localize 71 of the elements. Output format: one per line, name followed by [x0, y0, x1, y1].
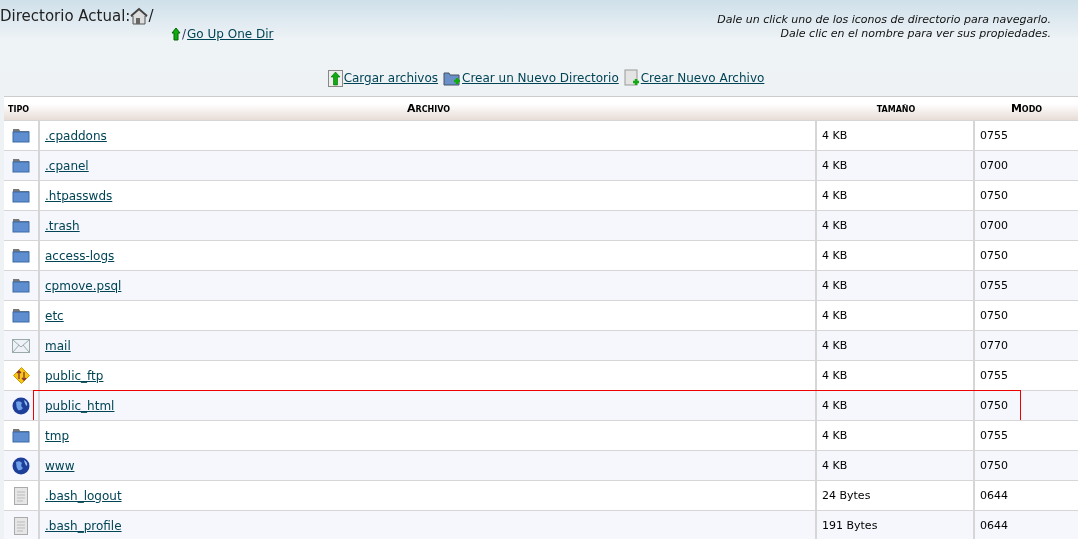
file-mode: 0700: [980, 159, 1008, 172]
file-size: 24 Bytes: [822, 489, 871, 502]
file-mode: 0750: [980, 459, 1008, 472]
file-mode: 0755: [980, 129, 1008, 142]
file-mode: 0700: [980, 219, 1008, 232]
file-size: 4 KB: [822, 159, 848, 172]
file-name-link[interactable]: public_html: [45, 398, 115, 413]
file-name-link[interactable]: .bash_profile: [45, 518, 122, 533]
file-name-link[interactable]: .trash: [45, 218, 80, 233]
file-size: 4 KB: [822, 309, 848, 322]
action-link[interactable]: Crear Nuevo Archivo: [640, 71, 765, 85]
column-header: Archivo: [405, 102, 452, 115]
folder-icon[interactable]: [12, 428, 30, 443]
file-name-link[interactable]: .htpasswds: [45, 188, 113, 203]
folder-icon[interactable]: [12, 248, 30, 263]
file-name-link[interactable]: .cpaddons: [45, 128, 107, 143]
file-mode: 0644: [980, 519, 1008, 532]
globe-icon[interactable]: [12, 396, 30, 415]
file-mode: 0755: [980, 429, 1008, 442]
folder-icon[interactable]: [12, 158, 30, 173]
current-directory-label: Directorio Actual:: [0, 7, 131, 25]
file-size: 4 KB: [822, 219, 848, 232]
new-folder-icon[interactable]: [443, 69, 462, 87]
file-mode: 0750: [980, 309, 1008, 322]
file-size: 4 KB: [822, 189, 848, 202]
globe-icon[interactable]: [12, 456, 30, 475]
file-name-link[interactable]: public_ftp: [45, 368, 104, 383]
new-file-icon[interactable]: [623, 69, 640, 87]
file-size: 4 KB: [822, 459, 848, 472]
file-size: 4 KB: [822, 129, 848, 142]
file-mode: 0755: [980, 369, 1008, 382]
up-arrow-icon[interactable]: [171, 27, 181, 41]
file-mode: 0770: [980, 339, 1008, 352]
file-size: 4 KB: [822, 399, 848, 412]
file-mode: 0750: [980, 249, 1008, 262]
file-size: 4 KB: [822, 429, 848, 442]
arrows-diamond-icon[interactable]: [12, 367, 30, 384]
file-name-link[interactable]: mail: [45, 338, 71, 353]
file-name-link[interactable]: www: [45, 458, 75, 473]
file-size: 4 KB: [822, 369, 848, 382]
current-path: /: [148, 7, 154, 25]
file-name-link[interactable]: .cpanel: [45, 158, 89, 173]
action-link[interactable]: Crear un Nuevo Directorio: [462, 71, 619, 85]
action-link[interactable]: Cargar archivos: [343, 71, 439, 85]
file-size: 191 Bytes: [822, 519, 878, 532]
file-size: 4 KB: [822, 339, 848, 352]
folder-icon[interactable]: [12, 188, 30, 203]
column-header: tamaño: [875, 102, 917, 115]
folder-icon[interactable]: [12, 308, 30, 323]
column-header: tipo: [7, 102, 31, 115]
file-size: 4 KB: [822, 279, 848, 292]
column-header: Modo: [1009, 102, 1044, 115]
file-name-link[interactable]: cpmove.psql: [45, 278, 122, 293]
file-mode: 0644: [980, 489, 1008, 502]
hint-text: Dale clic en el nombre para ver sus propiedades.: [779, 27, 1051, 41]
folder-icon[interactable]: [12, 128, 30, 143]
folder-icon[interactable]: [12, 278, 30, 293]
upload-icon[interactable]: [327, 69, 343, 87]
file-mode: 0750: [980, 399, 1008, 412]
file-size: 4 KB: [822, 249, 848, 262]
go-up-link[interactable]: Go Up One Dir: [187, 27, 274, 41]
file-mode: 0755: [980, 279, 1008, 292]
file-name-link[interactable]: etc: [45, 308, 64, 323]
file-name-link[interactable]: .bash_logout: [45, 488, 122, 503]
file-name-link[interactable]: access-logs: [45, 248, 115, 263]
file-mode: 0750: [980, 189, 1008, 202]
path-separator: /: [182, 27, 187, 41]
home-icon[interactable]: [130, 7, 149, 25]
hint-text: Dale un click uno de los iconos de directorio para navegarlo.: [717, 13, 1051, 27]
file-name-link[interactable]: tmp: [45, 428, 69, 443]
folder-icon[interactable]: [12, 218, 30, 233]
